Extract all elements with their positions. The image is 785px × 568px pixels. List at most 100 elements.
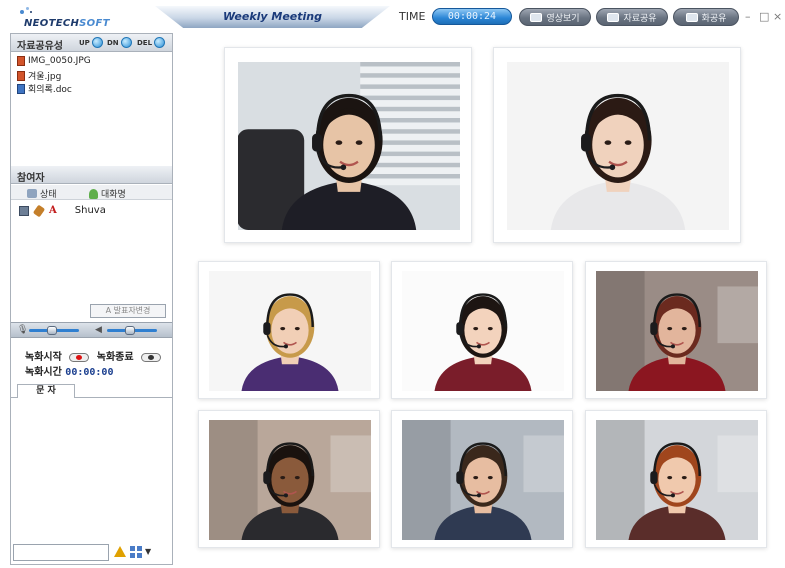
video-tile[interactable] <box>224 47 472 243</box>
image-file-icon <box>17 70 25 81</box>
meeting-title: Weekly Meeting <box>222 10 323 23</box>
state-icon <box>27 189 37 198</box>
participant-video <box>596 420 758 540</box>
download-label: DN <box>107 38 119 47</box>
record-start-label: 녹화시작 <box>25 352 62 363</box>
participant-portrait-image <box>507 62 729 230</box>
file-name: IMG_0050.JPG <box>28 56 91 66</box>
minimize-button[interactable]: – <box>745 10 751 23</box>
delete-icon <box>154 37 166 48</box>
participant-video <box>238 62 460 230</box>
participant-portrait-image <box>209 420 371 540</box>
change-presenter-button[interactable]: A 발표자변경 <box>90 304 166 318</box>
column-state[interactable]: 상태 <box>27 187 57 200</box>
video-tile[interactable] <box>391 410 573 548</box>
column-nickname-label: 대화명 <box>101 190 126 200</box>
presenter-badge: A <box>49 205 57 216</box>
microphone-icon <box>32 204 46 217</box>
camera-status-icon <box>19 205 29 216</box>
emoticon-grid-icon[interactable] <box>130 546 142 558</box>
participant-portrait-image <box>596 271 758 391</box>
view-video-button[interactable]: 영상보기 <box>519 8 591 26</box>
participant-video <box>402 271 564 391</box>
left-sidebar: 자료공유성 UP DN DEL IMG_0050.JPG 겨울.jpg 회의록.… <box>10 33 173 565</box>
doc-file-icon <box>17 83 25 94</box>
participant-portrait-image <box>238 62 460 230</box>
delete-button[interactable]: DEL <box>137 37 166 48</box>
volume-controls: 🎙 ◀ <box>11 322 172 338</box>
chat-message-input[interactable] <box>13 544 109 561</box>
tab-chat[interactable]: 문 자 <box>17 384 75 398</box>
participant-video <box>507 62 729 230</box>
record-start-button[interactable] <box>69 352 90 362</box>
record-stop-label: 녹화종료 <box>96 352 134 363</box>
column-nickname[interactable]: 대화명 <box>89 187 126 200</box>
file-share-header: 자료공유성 UP DN DEL <box>11 34 172 52</box>
record-stop-button[interactable] <box>141 352 162 362</box>
column-state-label: 상태 <box>40 190 57 200</box>
upload-icon <box>91 37 103 48</box>
participants-header: 참여자 <box>11 166 172 184</box>
app-logo: NEOTECHSOFT <box>18 6 168 32</box>
participant-portrait-image <box>402 420 564 540</box>
video-grid <box>176 33 785 565</box>
person-icon <box>89 188 98 199</box>
image-file-icon <box>17 56 25 66</box>
record-controls: 녹화시작 녹화종료 <box>25 348 165 363</box>
participant-video <box>209 420 371 540</box>
screen-share-button[interactable]: 화공유 <box>673 8 739 26</box>
video-tile[interactable] <box>198 410 380 548</box>
participant-row[interactable]: A Shuva <box>19 204 106 217</box>
mic-volume-knob[interactable] <box>47 326 57 335</box>
upload-button[interactable]: UP <box>79 37 103 48</box>
file-item[interactable]: IMG_0050.JPG <box>17 56 91 66</box>
download-icon <box>120 37 132 48</box>
microphone-icon: 🎙 <box>17 325 29 335</box>
monitor-icon <box>685 12 698 22</box>
chat-tabs: 문 자 <box>11 384 172 398</box>
participant-video <box>596 271 758 391</box>
record-time-label: 녹화시간 <box>25 367 62 378</box>
delete-label: DEL <box>137 38 153 47</box>
speaker-volume-knob[interactable] <box>125 326 135 335</box>
elapsed-time-value: 00:00:24 <box>447 11 497 22</box>
upload-label: UP <box>79 38 90 47</box>
participant-video <box>209 271 371 391</box>
view-video-label: 영상보기 <box>546 13 580 24</box>
warning-icon[interactable] <box>114 546 126 557</box>
time-label: TIME <box>399 10 426 23</box>
participant-video <box>402 420 564 540</box>
speaker-icon: ◀ <box>95 325 102 335</box>
screen-share-label: 화공유 <box>701 13 727 24</box>
meeting-title-banner: Weekly Meeting <box>155 6 390 28</box>
file-name: 회의록.doc <box>28 85 72 95</box>
participant-name: Shuva <box>74 205 106 216</box>
record-time: 녹화시간 00:00:00 <box>25 363 113 378</box>
close-button[interactable]: × <box>773 10 782 23</box>
video-tile[interactable] <box>391 261 573 399</box>
title-bar: NEOTECHSOFT Weekly Meeting TIME 00:00:24… <box>0 0 785 36</box>
file-name: 겨울.jpg <box>28 72 62 82</box>
record-time-value: 00:00:00 <box>65 367 114 378</box>
share-files-label: 자료공유 <box>623 13 657 24</box>
maximize-button[interactable]: □ <box>759 10 769 23</box>
video-tile[interactable] <box>493 47 741 243</box>
download-button[interactable]: DN <box>107 37 132 48</box>
file-item[interactable]: 겨울.jpg <box>17 69 61 82</box>
participant-portrait-image <box>596 420 758 540</box>
video-tile[interactable] <box>585 261 767 399</box>
elapsed-time: 00:00:24 <box>432 8 512 25</box>
folder-icon <box>607 12 620 22</box>
participants-columns: 상태 대화명 <box>11 185 172 200</box>
share-files-button[interactable]: 자료공유 <box>596 8 668 26</box>
file-share-title: 자료공유성 <box>17 41 63 52</box>
video-tile[interactable] <box>585 410 767 548</box>
chevron-down-icon[interactable]: ▼ <box>145 547 151 556</box>
video-icon <box>530 12 543 22</box>
participants-title: 참여자 <box>17 173 45 184</box>
logo-wordmark: NEOTECHSOFT <box>24 18 110 29</box>
participant-portrait-image <box>402 271 564 391</box>
participant-portrait-image <box>209 271 371 391</box>
file-item[interactable]: 회의록.doc <box>17 82 72 95</box>
video-tile[interactable] <box>198 261 380 399</box>
